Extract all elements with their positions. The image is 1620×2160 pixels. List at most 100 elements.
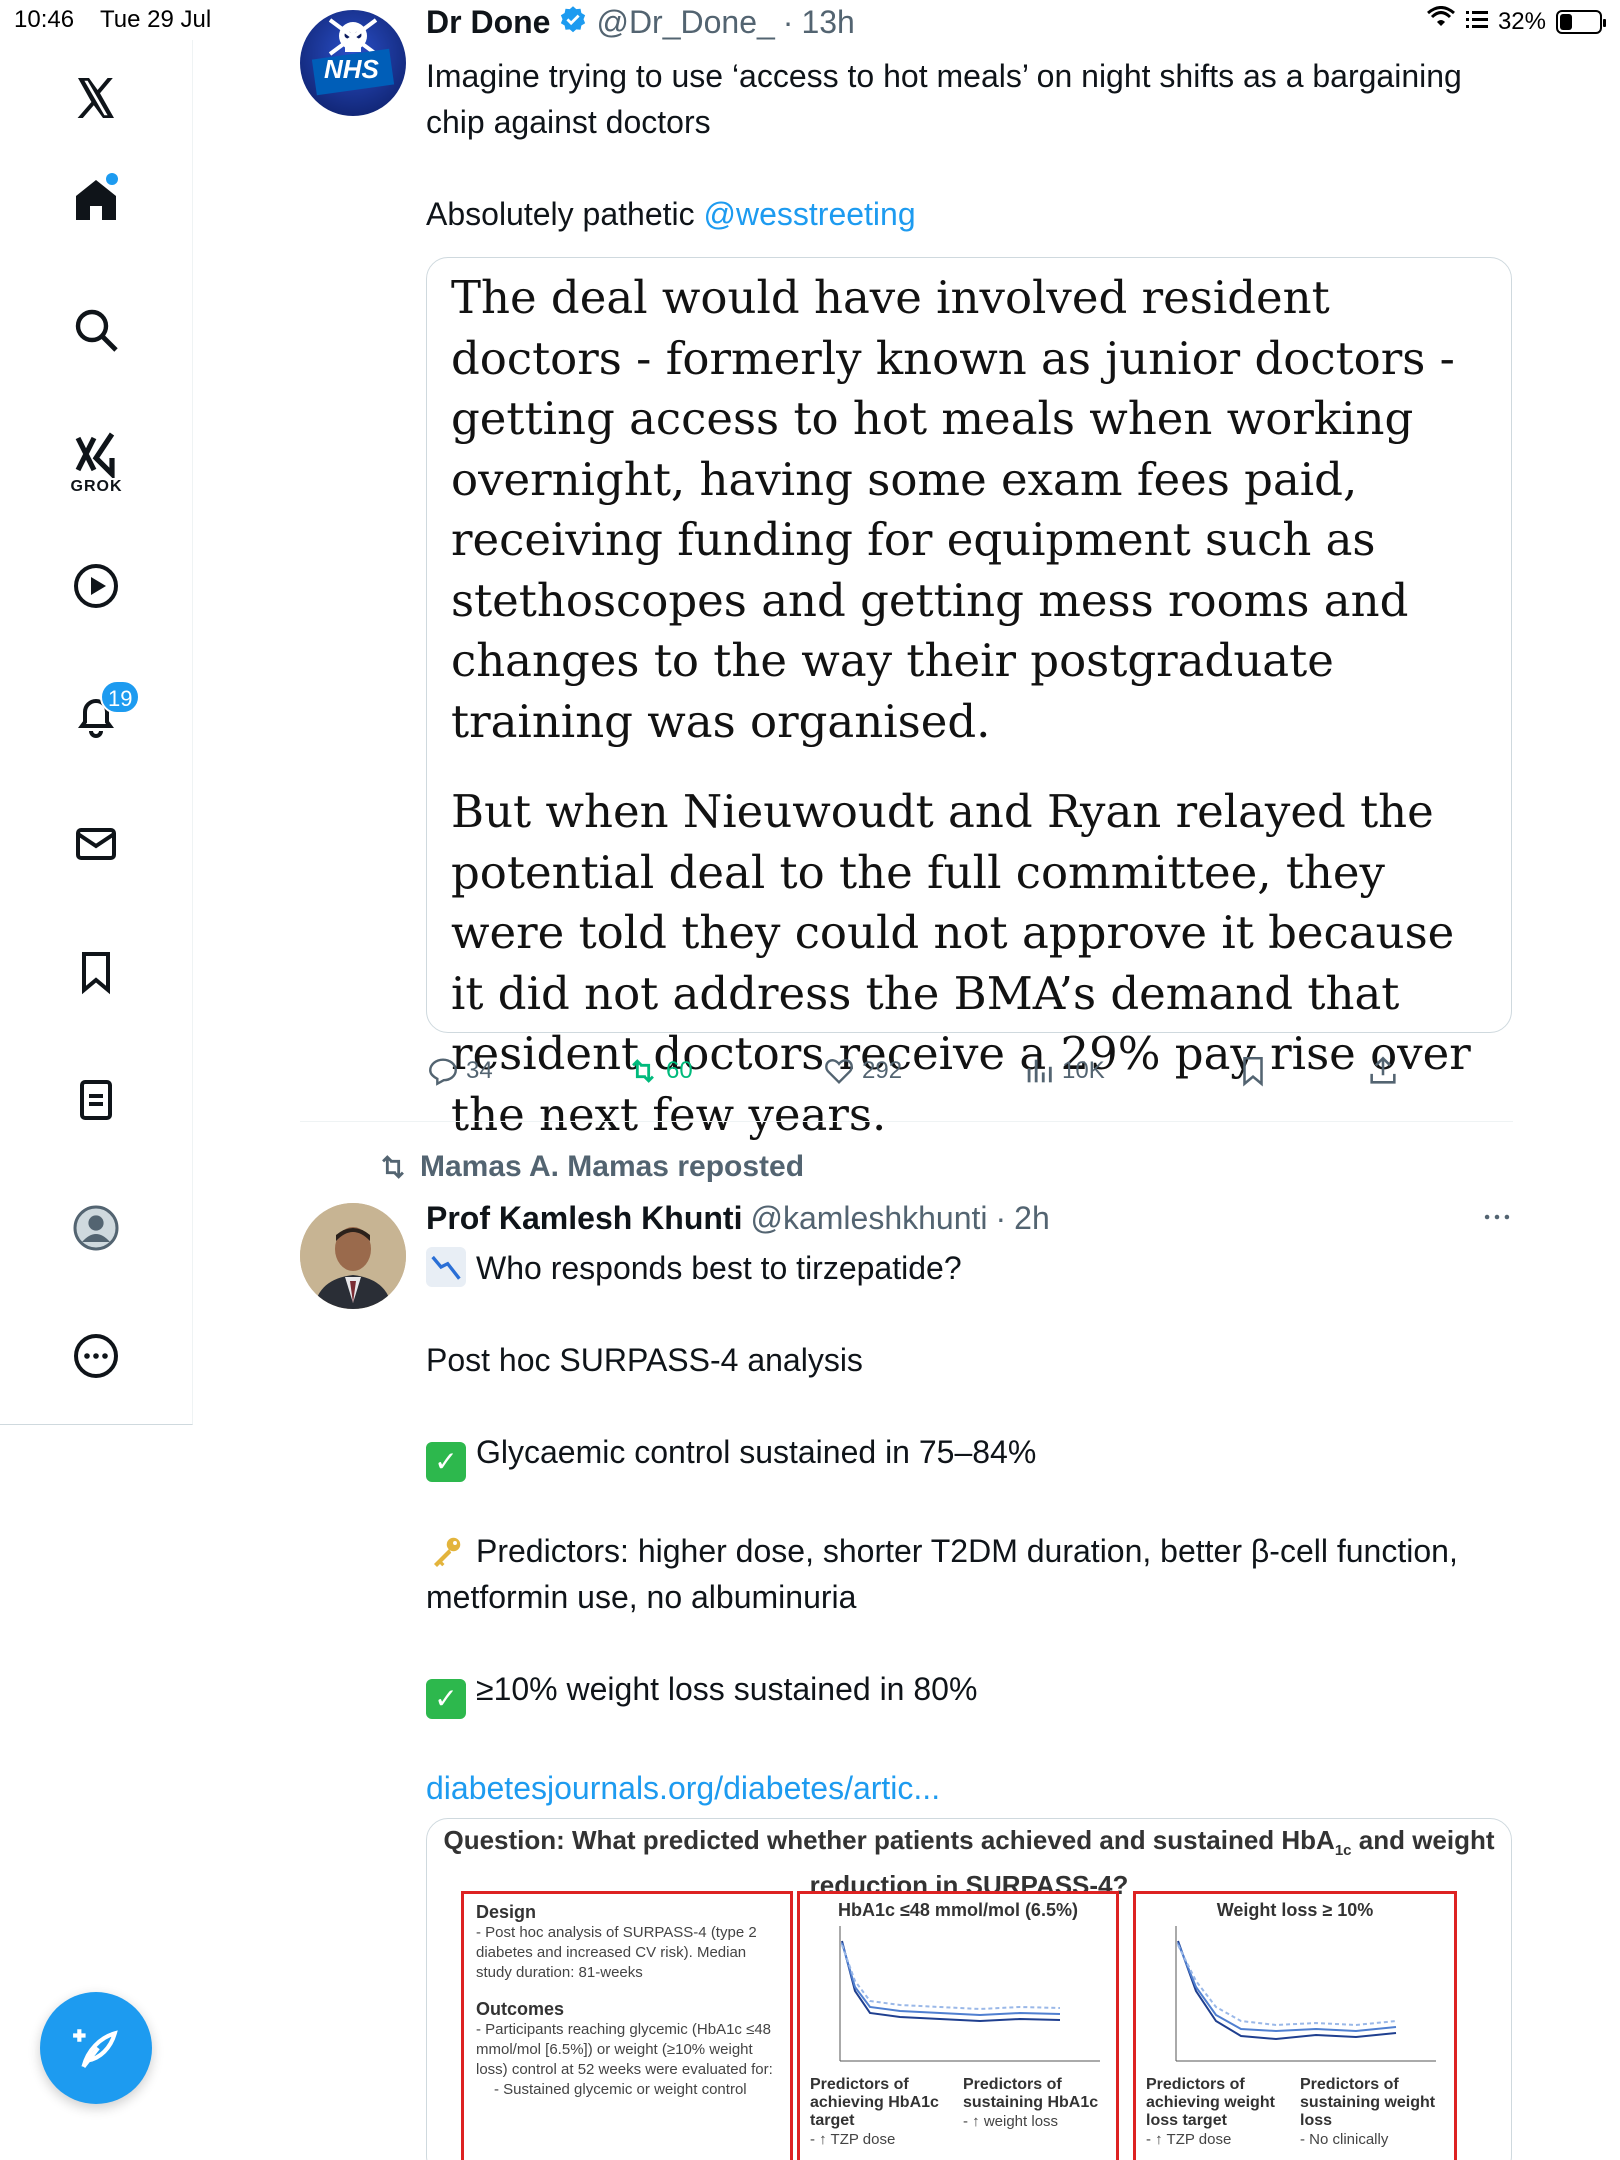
design-text: - Post hoc analysis of SURPASS-4 (type 2… [476,1924,757,1981]
tweet-text-secondary: Absolutely pathetic @wesstreeting [426,191,1466,237]
like-button[interactable]: 292 [822,1054,902,1088]
reply-icon [429,1058,457,1086]
tweet-divider [300,1121,1513,1122]
hba1c-predictors: Predictors of achieving HbA1c target - ↑… [810,2076,1106,2150]
profile-icon[interactable] [64,1196,128,1260]
x-logo-icon[interactable] [64,66,128,130]
views-icon [1027,1059,1052,1083]
hba1c-achieving-heading: Predictors of achieving HbA1c target [810,2076,939,2129]
reposted-by-text[interactable]: Mamas A. Mamas reposted [420,1150,804,1184]
tweet-line-weight: ✓ ≥10% weight loss sustained in 80% [426,1666,1486,1719]
outcomes-bullet: - Sustained glycemic or weight control [494,2081,747,2098]
post-time[interactable]: 2h [1014,1200,1050,1237]
figure-title-sub: 1c [1334,1842,1352,1860]
weight-text: ≥10% weight loss sustained in 80% [476,1671,978,1707]
weight-heading: Weight loss ≥ 10% [1216,1900,1374,1920]
weight-mini-chart [1175,1926,1436,2062]
check-mark-icon: ✓ [426,1679,466,1719]
verified-badge-icon [558,5,588,40]
tweet-text-main: Imagine trying to use ‘access to hot mea… [426,58,1462,140]
home-icon[interactable] [64,168,128,232]
views-button[interactable]: 10K [1022,1054,1105,1088]
outcomes-heading: Outcomes [476,1999,565,2019]
check-mark-icon: ✓ [426,1442,466,1482]
hba1c-panel: HbA1c ≤48 mmol/mol (6.5%) Predictors of … [797,1891,1119,2160]
hba1c-mini-chart [839,1926,1100,2062]
graphical-abstract-image[interactable]: Question: What predicted whether patient… [426,1818,1512,2160]
repost-context-icon [382,1155,404,1179]
tweet-header: Prof Kamlesh Khunti @kamleshkhunti · 2h [426,1200,1506,1237]
avatar[interactable] [300,1203,406,1309]
hba1c-achieving-bullet: - ↑ TZP dose [810,2131,896,2148]
compose-feather-icon [73,2029,118,2069]
repost-context: Mamas A. Mamas reposted [376,1150,804,1184]
like-count: 292 [862,1057,903,1084]
hba1c-sustaining-bullet: - ↑ weight loss [963,2113,1059,2130]
post-time[interactable]: 13h [801,4,854,41]
author-name[interactable]: Prof Kamlesh Khunti [426,1200,742,1237]
timeline: NHS Dr Done @Dr_Done_ · 13h Imagine tryi… [194,0,1620,2160]
home-unread-dot [106,173,118,185]
grok-label: GROK [70,478,123,495]
outcomes-text: - Participants reaching glycemic (HbA1c … [476,2021,773,2078]
avatar-nhs-text: NHS [324,54,379,84]
hba1c-heading: HbA1c ≤48 mmol/mol (6.5%) [838,1900,1078,1920]
bookmark-icon [1243,1056,1263,1087]
weight-achieving-heading: Predictors of achieving weight loss targ… [1146,2076,1275,2129]
mention-link[interactable]: @wesstreeting [704,196,916,232]
weight-achieving: Predictors of achieving weight loss targ… [1146,2076,1290,2150]
article-link[interactable]: diabetesjournals.org/diabetes/artic... [426,1765,1486,1811]
tweet-text: Who responds best to tirzepatide? Post h… [426,1245,1486,1811]
reply-count: 34 [466,1057,493,1084]
search-icon[interactable] [64,298,128,362]
weight-sustaining: Predictors of sustaining weight loss - N… [1300,2076,1444,2150]
hba1c-achieving: Predictors of achieving HbA1c target - ↑… [810,2076,953,2150]
quoted-article-image[interactable]: The deal would have involved resident do… [426,257,1512,1141]
mail-icon[interactable] [64,812,128,876]
repost-button[interactable]: 60 [626,1054,693,1088]
weight-predictors: Predictors of achieving weight loss targ… [1146,2076,1444,2150]
hba1c-sustaining: Predictors of sustaining HbA1c - ↑ weigh… [963,2076,1106,2150]
design-heading: Design [476,1902,537,1922]
question-text: Who responds best to tirzepatide? [476,1250,962,1286]
left-nav: GROK 19 [0,40,193,1425]
repost-icon [632,1059,654,1083]
tweet-line-glycaemic: ✓ Glycaemic control sustained in 75–84% [426,1429,1486,1482]
bookmark-button[interactable] [1236,1054,1270,1088]
weight-achieving-bullet: - ↑ TZP dose [1146,2131,1232,2148]
glycaemic-text: Glycaemic control sustained in 75–84% [476,1434,1037,1470]
weight-sustaining-bullet: - No clinically [1300,2131,1389,2148]
separator-dot: · [782,4,794,40]
share-icon [1370,1056,1396,1084]
author-name[interactable]: Dr Done [426,4,550,41]
separator-dot: · [995,1200,1007,1236]
tweet-header: Dr Done @Dr_Done_ · 13h [426,4,855,41]
share-button[interactable] [1366,1054,1400,1088]
author-handle[interactable]: @Dr_Done_ [596,4,774,41]
design-panel: Design - Post hoc analysis of SURPASS-4 … [461,1891,793,2160]
tweet-text-prefix: Absolutely pathetic [426,196,704,232]
person-avatar-icon [300,1203,406,1309]
predictors-text: Predictors: higher dose, shorter T2DM du… [426,1533,1458,1615]
more-icon[interactable] [64,1324,128,1388]
grok-icon[interactable] [64,422,128,486]
avatar[interactable]: NHS [300,10,406,116]
views-count: 10K [1062,1057,1105,1084]
chart-decreasing-icon [426,1247,466,1287]
tweet-line-question: Who responds best to tirzepatide? [426,1245,1486,1291]
bookmark-icon[interactable] [64,940,128,1004]
video-icon[interactable] [64,554,128,618]
status-time: 10:46 [14,6,75,33]
hba1c-sustaining-heading: Predictors of sustaining HbA1c [963,2076,1099,2111]
reply-button[interactable]: 34 [426,1054,493,1088]
quote-paragraph-1: The deal would have involved resident do… [451,271,1455,748]
lists-icon[interactable] [64,1068,128,1132]
figure-title-part1: Question: What predicted whether patient… [443,1825,1335,1855]
key-icon [426,1534,466,1574]
compose-button[interactable] [40,1992,152,2104]
tweet-actions: 34 60 292 10K [426,1054,1426,1104]
repost-count: 60 [666,1057,693,1084]
author-handle[interactable]: @kamleshkhunti [750,1200,987,1237]
more-options-icon[interactable] [1480,1200,1514,1239]
heart-icon [825,1059,853,1085]
